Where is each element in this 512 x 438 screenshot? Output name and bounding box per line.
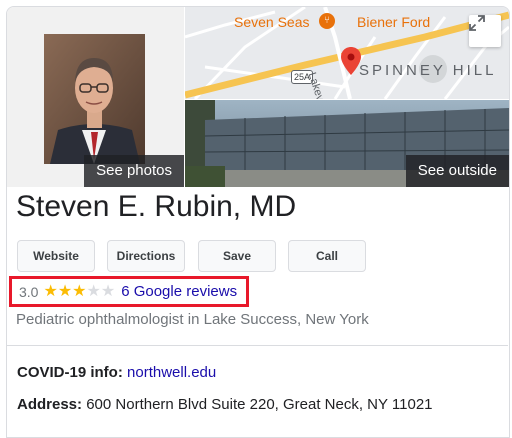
address-row: Address: 600 Northern Blvd Suite 220, Gr… [17, 396, 433, 413]
map-place-biener-ford: Biener Ford [357, 14, 431, 30]
star-icon: ★ [57, 282, 73, 300]
call-button[interactable]: Call [288, 240, 366, 272]
business-name: Steven E. Rubin, MD [16, 190, 297, 223]
map-road-spinney-hill: SPINNEY HILL [359, 62, 497, 79]
star-icon: ★ [43, 282, 58, 300]
covid-info-label: COVID-19 info: [17, 364, 123, 381]
covid-info-row: COVID-19 info: northwell.edu [17, 364, 216, 381]
save-button[interactable]: Save [198, 240, 276, 272]
see-photos-caption[interactable]: See photos [84, 155, 184, 187]
rating-highlight-box: 3.0 ★ ★ ★ ★ ★ 6 Google reviews [9, 276, 249, 307]
address-value: 600 Northern Blvd Suite 220, Great Neck,… [86, 396, 433, 413]
map-pin-icon [341, 47, 361, 75]
covid-info-link[interactable]: northwell.edu [127, 364, 216, 381]
map-tile[interactable]: Seven Seas ⑂ Biener Ford 25A Lakev SPINN… [185, 7, 509, 99]
photos-tile[interactable]: See photos [7, 7, 184, 187]
star-rating: ★ ★ ★ ★ ★ [43, 282, 116, 300]
rating-row: 3.0 ★ ★ ★ ★ ★ 6 Google reviews [19, 283, 237, 300]
restaurant-icon: ⑂ [319, 13, 335, 29]
star-icon: ★ [86, 282, 101, 300]
rating-value: 3.0 [19, 283, 39, 300]
star-icon: ★ [100, 282, 116, 300]
expand-map-button[interactable] [469, 15, 501, 47]
website-button[interactable]: Website [17, 240, 95, 272]
business-category: Pediatric ophthalmologist in Lake Succes… [16, 311, 369, 328]
see-outside-caption[interactable]: See outside [405, 155, 509, 187]
doctor-portrait [44, 34, 145, 164]
star-icon: ★ [72, 282, 87, 300]
map-place-seven-seas: Seven Seas [234, 14, 310, 30]
expand-icon [469, 15, 485, 31]
google-reviews-link[interactable]: 6 Google reviews [121, 283, 237, 300]
section-divider [6, 345, 508, 346]
street-view-tile[interactable]: See outside [185, 100, 509, 187]
address-label: Address: [17, 396, 83, 413]
directions-button[interactable]: Directions [107, 240, 185, 272]
